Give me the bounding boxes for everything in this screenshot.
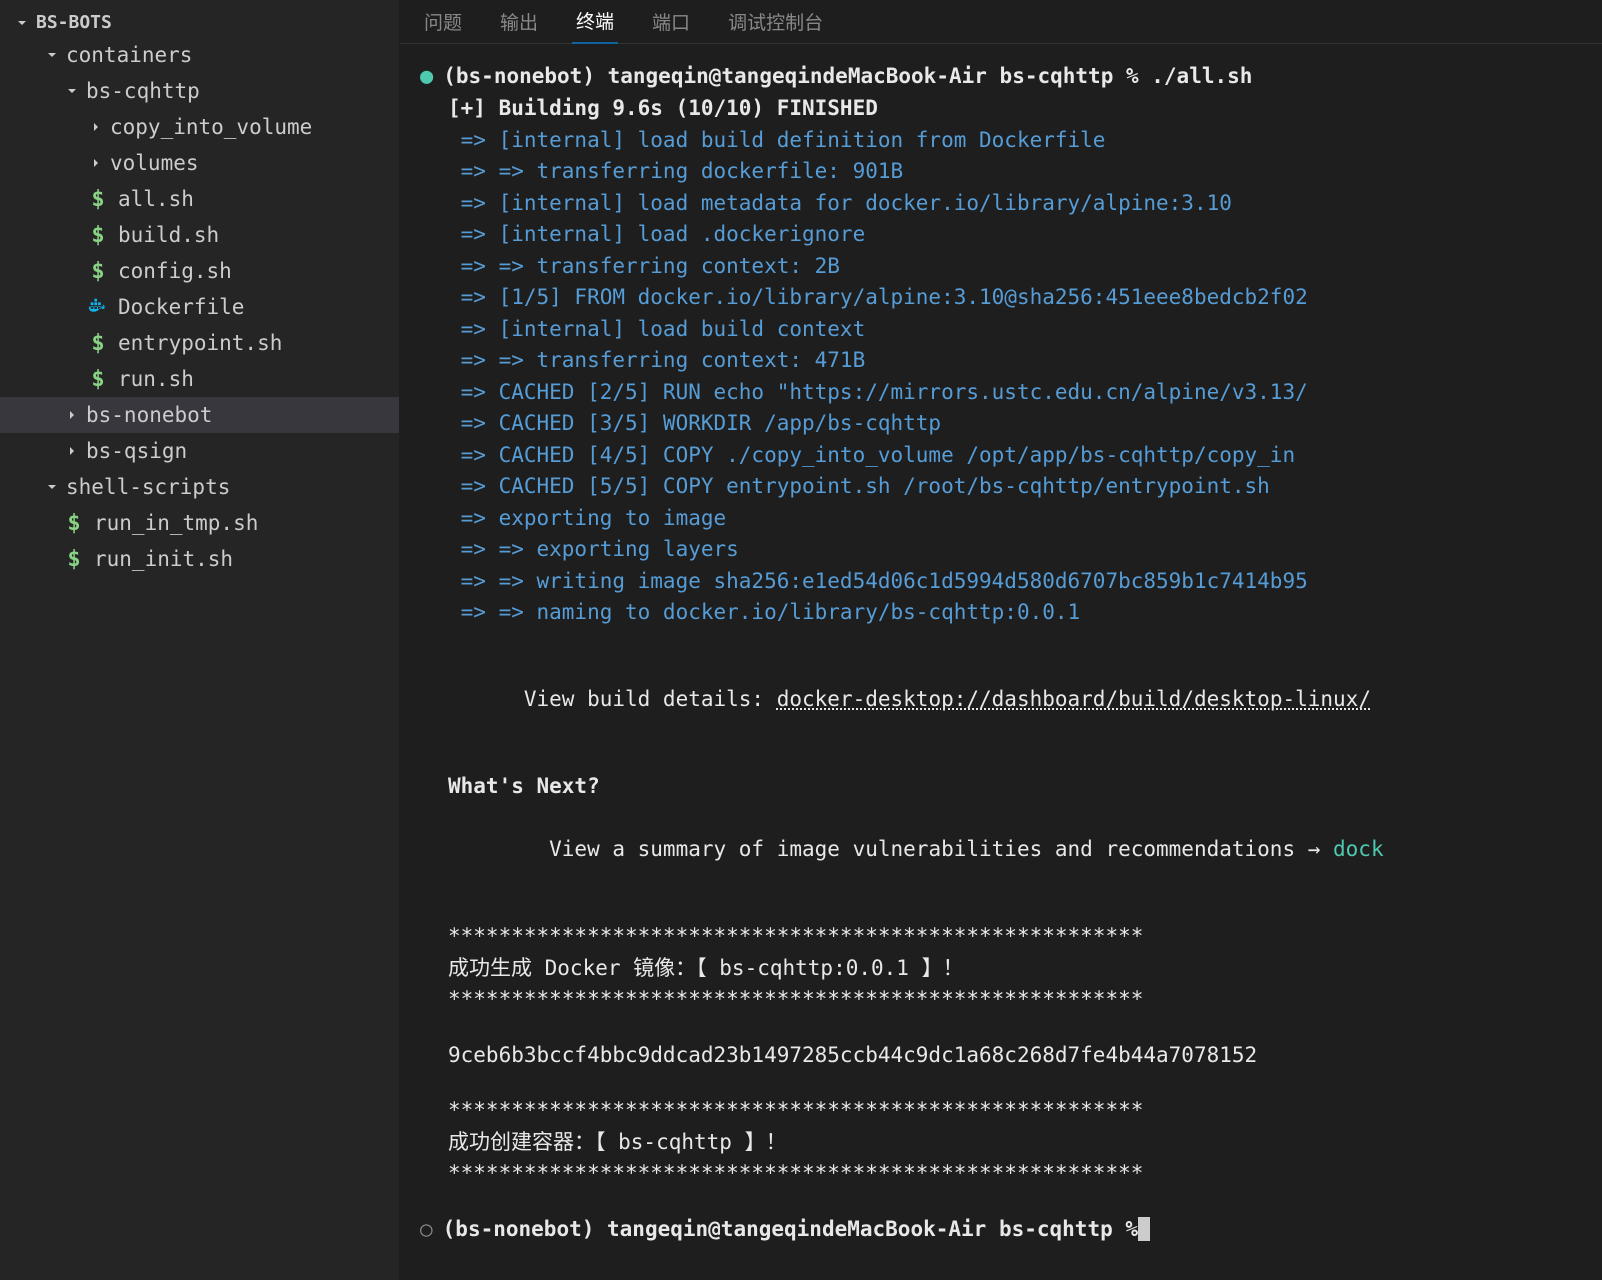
chevron-right-icon xyxy=(86,153,106,173)
shell-script-icon: $ xyxy=(86,187,110,211)
build-step-line: => CACHED [5/5] COPY entrypoint.sh /root… xyxy=(420,471,1582,503)
chevron-down-icon xyxy=(42,477,62,497)
build-step-line: => [1/5] FROM docker.io/library/alpine:3… xyxy=(420,282,1582,314)
folder-item[interactable]: copy_into_volume xyxy=(0,109,399,145)
summary-label: View a summary of image vulnerabilities … xyxy=(524,837,1333,861)
project-header[interactable]: BS-BOTS xyxy=(0,8,399,37)
folder-item[interactable]: bs-cqhttp xyxy=(0,73,399,109)
file-item[interactable]: $ all.sh xyxy=(0,181,399,217)
folder-item[interactable]: volumes xyxy=(0,145,399,181)
tree-item-label: bs-qsign xyxy=(86,439,187,463)
terminal-prompt-line: (bs-nonebot) tangeqin@tangeqindeMacBook-… xyxy=(443,1214,1138,1246)
tree-item-label: bs-nonebot xyxy=(86,403,212,427)
chevron-right-icon xyxy=(62,441,82,461)
build-step-line: => CACHED [4/5] COPY ./copy_into_volume … xyxy=(420,440,1582,472)
folder-item[interactable]: bs-nonebot xyxy=(0,397,399,433)
build-step-line: => CACHED [3/5] WORKDIR /app/bs-cqhttp xyxy=(420,408,1582,440)
build-step-line: => [internal] load build definition from… xyxy=(420,125,1582,157)
folder-item[interactable]: bs-qsign xyxy=(0,433,399,469)
file-item[interactable]: $ run_in_tmp.sh xyxy=(0,505,399,541)
build-step-line: => => naming to docker.io/library/bs-cqh… xyxy=(420,597,1582,629)
chevron-down-icon xyxy=(12,13,32,33)
chevron-right-icon xyxy=(62,405,82,425)
panel-tab[interactable]: 端口 xyxy=(648,0,694,43)
status-circle-icon: ○ xyxy=(420,1214,433,1246)
shell-script-icon: $ xyxy=(86,331,110,355)
panel-tab[interactable]: 问题 xyxy=(420,0,466,43)
panel-tab[interactable]: 终端 xyxy=(572,0,618,44)
file-item[interactable]: $ run.sh xyxy=(0,361,399,397)
shell-script-icon: $ xyxy=(62,547,86,571)
tree-item-label: run_init.sh xyxy=(94,547,233,571)
container-hash: 9ceb6b3bccf4bbc9ddcad23b1497285ccb44c9dc… xyxy=(420,1040,1582,1072)
panel-tab[interactable]: 调试控制台 xyxy=(724,0,827,43)
tree-item-label: run.sh xyxy=(118,367,194,391)
view-details-link[interactable]: docker-desktop://dashboard/build/desktop… xyxy=(777,687,1371,711)
shell-script-icon: $ xyxy=(86,259,110,283)
folder-item[interactable]: containers xyxy=(0,37,399,73)
docker-icon xyxy=(86,295,110,319)
tree-item-label: entrypoint.sh xyxy=(118,331,282,355)
build-step-line: => [internal] load metadata for docker.i… xyxy=(420,188,1582,220)
build-step-line: => [internal] load build context xyxy=(420,314,1582,346)
view-details-label: View build details: xyxy=(524,687,777,711)
chevron-right-icon xyxy=(86,117,106,137)
tree-item-label: Dockerfile xyxy=(118,295,244,319)
file-item[interactable]: $ build.sh xyxy=(0,217,399,253)
status-dot-icon: ● xyxy=(420,60,433,93)
success-image-message: 成功生成 Docker 镜像：【 bs-cqhttp:0.0.1 】！ xyxy=(420,953,1582,985)
tree-item-label: containers xyxy=(66,43,192,67)
file-item[interactable]: $ config.sh xyxy=(0,253,399,289)
tree-item-label: build.sh xyxy=(118,223,219,247)
divider-stars: ****************************************… xyxy=(420,1158,1582,1190)
build-step-line: => => writing image sha256:e1ed54d06c1d5… xyxy=(420,566,1582,598)
tree-item-label: all.sh xyxy=(118,187,194,211)
build-step-line: => exporting to image xyxy=(420,503,1582,535)
tree-item-label: volumes xyxy=(110,151,199,175)
file-item[interactable]: $ entrypoint.sh xyxy=(0,325,399,361)
terminal-prompt-line: (bs-nonebot) tangeqin@tangeqindeMacBook-… xyxy=(443,61,1252,93)
whats-next-heading: What's Next? xyxy=(420,771,1582,803)
main-panel: 问题输出终端端口调试控制台 ● (bs-nonebot) tangeqin@ta… xyxy=(400,0,1602,1280)
terminal-output[interactable]: ● (bs-nonebot) tangeqin@tangeqindeMacBoo… xyxy=(400,44,1602,1280)
divider-stars: ****************************************… xyxy=(420,984,1582,1016)
tree-item-label: run_in_tmp.sh xyxy=(94,511,258,535)
terminal-cursor xyxy=(1138,1217,1150,1241)
divider-stars: ****************************************… xyxy=(420,921,1582,953)
summary-link[interactable]: dock xyxy=(1333,837,1384,861)
file-item[interactable]: $ run_init.sh xyxy=(0,541,399,577)
panel-tabs: 问题输出终端端口调试控制台 xyxy=(400,0,1602,44)
tree-item-label: copy_into_volume xyxy=(110,115,312,139)
shell-script-icon: $ xyxy=(62,511,86,535)
build-step-line: => => transferring context: 2B xyxy=(420,251,1582,283)
build-step-line: => => transferring dockerfile: 901B xyxy=(420,156,1582,188)
tree-item-label: shell-scripts xyxy=(66,475,230,499)
folder-item[interactable]: shell-scripts xyxy=(0,469,399,505)
build-step-line: => CACHED [2/5] RUN echo "https://mirror… xyxy=(420,377,1582,409)
build-step-line: => => transferring context: 471B xyxy=(420,345,1582,377)
project-name: BS-BOTS xyxy=(36,12,112,33)
build-status: [+] Building 9.6s (10/10) FINISHED xyxy=(420,93,1582,125)
divider-stars: ****************************************… xyxy=(420,1095,1582,1127)
panel-tab[interactable]: 输出 xyxy=(496,0,542,43)
build-step-line: => [internal] load .dockerignore xyxy=(420,219,1582,251)
success-container-message: 成功创建容器：【 bs-cqhttp 】！ xyxy=(420,1127,1582,1159)
shell-script-icon: $ xyxy=(86,223,110,247)
file-item[interactable]: Dockerfile xyxy=(0,289,399,325)
tree-item-label: config.sh xyxy=(118,259,232,283)
chevron-down-icon xyxy=(62,81,82,101)
file-explorer-sidebar: BS-BOTS containers bs-cqhttp copy_into_vol… xyxy=(0,0,400,1280)
shell-script-icon: $ xyxy=(86,367,110,391)
build-step-line: => => exporting layers xyxy=(420,534,1582,566)
tree-item-label: bs-cqhttp xyxy=(86,79,200,103)
chevron-down-icon xyxy=(42,45,62,65)
